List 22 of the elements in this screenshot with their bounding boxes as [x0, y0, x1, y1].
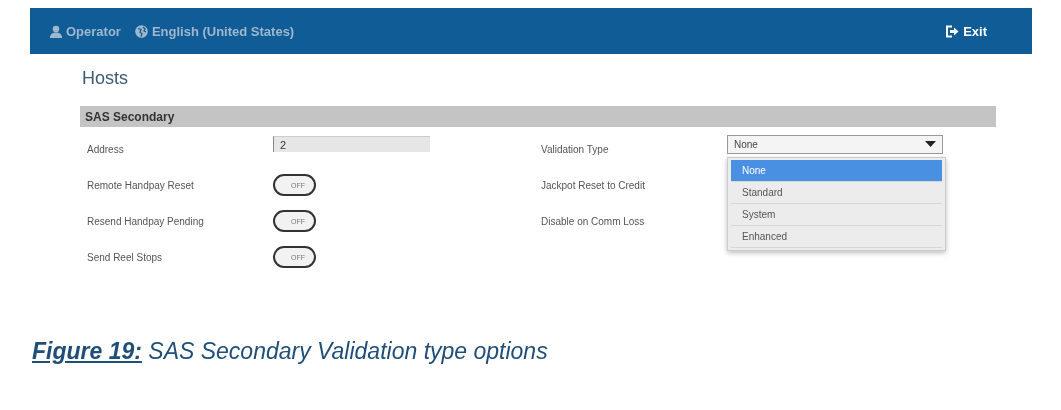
- language-label: English (United States): [151, 23, 295, 39]
- exit-icon: [945, 24, 960, 38]
- user-icon: [50, 24, 62, 38]
- globe-icon: [134, 24, 148, 38]
- field-label: Jackpot Reset to Credit: [541, 179, 646, 191]
- field-label: Validation Type: [541, 143, 610, 155]
- field-label: Send Reel Stops: [87, 251, 164, 263]
- caret-icon: [925, 141, 936, 147]
- field-label: Disable on Comm Loss: [541, 215, 646, 227]
- field-label: Address: [87, 143, 125, 155]
- field-label: Remote Handpay Reset: [87, 179, 195, 191]
- page-title: Hosts: [82, 67, 128, 89]
- exit-button[interactable]: Exit: [945, 23, 987, 39]
- validation-type-select[interactable]: None: [727, 134, 943, 154]
- address-field[interactable]: 2: [273, 136, 430, 152]
- user-name: Operator: [66, 23, 121, 39]
- section-header: SAS Secondary: [80, 106, 996, 127]
- figure-caption: Figure 19: SAS Secondary Validation type options: [32, 338, 548, 365]
- field-label: Resend Handpay Pending: [87, 215, 205, 227]
- dropdown-option[interactable]: System: [731, 203, 942, 226]
- dropdown-option[interactable]: Standard: [731, 181, 942, 204]
- dropdown-option[interactable]: Enhanced: [731, 225, 942, 248]
